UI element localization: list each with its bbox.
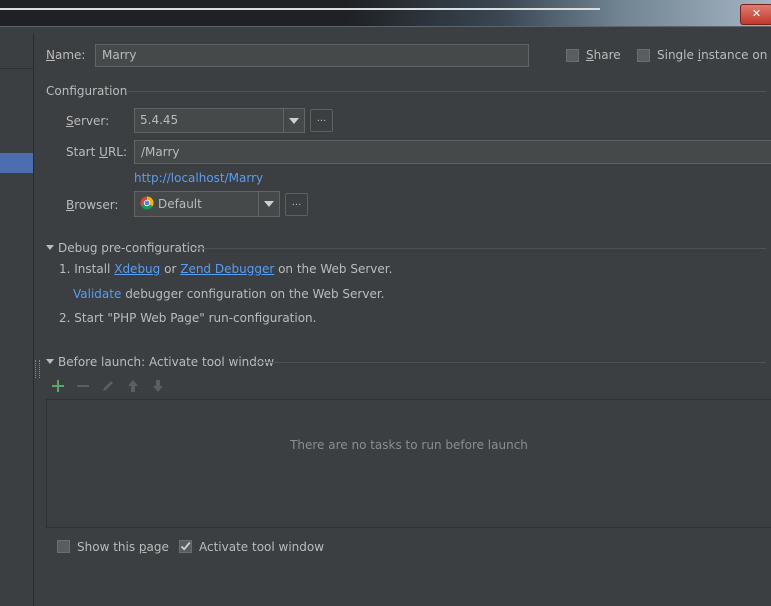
single-instance-checkbox[interactable] xyxy=(637,49,650,62)
edit-icon[interactable] xyxy=(99,377,117,395)
xdebug-link[interactable]: Xdebug xyxy=(114,262,160,276)
zend-debugger-link[interactable]: Zend Debugger xyxy=(180,262,274,276)
before-launch-header[interactable]: Before launch: Activate tool window xyxy=(46,355,274,369)
before-launch-task-list[interactable]: There are no tasks to run before launch xyxy=(46,399,771,528)
server-value: 5.4.45 xyxy=(140,113,179,127)
name-label: Name: xyxy=(46,48,86,62)
collapse-triangle-icon xyxy=(46,359,54,364)
start-url-label: Start URL: xyxy=(66,145,128,159)
add-icon[interactable] xyxy=(49,377,67,395)
configurations-tree-panel xyxy=(0,33,34,606)
move-down-icon[interactable] xyxy=(149,377,167,395)
window-title-bar: ✕ xyxy=(0,0,771,33)
debug-validate-line: Validate debugger configuration on the W… xyxy=(73,287,385,301)
debug-step-1: 1. Install Xdebug or Zend Debugger on th… xyxy=(59,262,393,276)
debug-separator xyxy=(195,248,766,249)
browser-more-button[interactable]: ... xyxy=(285,193,308,216)
localhost-url-link[interactable]: http://localhost/Marry xyxy=(134,171,263,185)
show-this-page-checkbox[interactable] xyxy=(57,540,70,553)
debug-step-2: 2. Start "PHP Web Page" run-configuratio… xyxy=(59,311,317,325)
chevron-down-icon xyxy=(283,109,304,132)
no-tasks-text: There are no tasks to run before launch xyxy=(290,438,528,452)
close-window-button[interactable]: ✕ xyxy=(740,4,771,25)
show-this-page-label: Show this page xyxy=(77,540,169,554)
chevron-down-icon xyxy=(258,192,279,216)
configuration-separator xyxy=(126,91,766,92)
browser-value: Default xyxy=(158,197,202,211)
start-url-input[interactable]: /Marry xyxy=(134,140,771,164)
server-select[interactable]: 5.4.45 xyxy=(134,108,305,133)
name-input[interactable]: Marry xyxy=(95,44,529,67)
activate-tool-window-checkbox[interactable] xyxy=(179,540,192,553)
selected-configuration-item[interactable] xyxy=(0,153,33,173)
server-more-button[interactable]: ... xyxy=(310,109,333,132)
share-label: Share xyxy=(586,48,621,62)
before-launch-title: Before launch: Activate tool window xyxy=(58,355,275,369)
configuration-title: Configuration xyxy=(46,84,128,98)
browser-select[interactable]: Default xyxy=(134,191,280,217)
server-label: Server: xyxy=(66,114,110,128)
validate-link[interactable]: Validate xyxy=(73,287,121,301)
single-instance-label: Single instance on xyxy=(657,48,768,62)
debug-preconfig-header[interactable]: Debug pre-configuration xyxy=(46,241,205,255)
share-checkbox[interactable] xyxy=(566,49,579,62)
browser-label: Browser: xyxy=(66,198,119,212)
before-launch-separator xyxy=(255,362,766,363)
move-up-icon[interactable] xyxy=(124,377,142,395)
chrome-icon xyxy=(140,196,154,210)
before-launch-toolbar xyxy=(49,377,167,395)
activate-tool-window-label: Activate tool window xyxy=(199,540,325,554)
checkmark-icon xyxy=(180,541,191,551)
collapse-triangle-icon xyxy=(46,245,54,250)
splitter-handle[interactable] xyxy=(35,360,40,378)
debug-preconfig-title: Debug pre-configuration xyxy=(58,241,205,255)
remove-icon[interactable] xyxy=(74,377,92,395)
